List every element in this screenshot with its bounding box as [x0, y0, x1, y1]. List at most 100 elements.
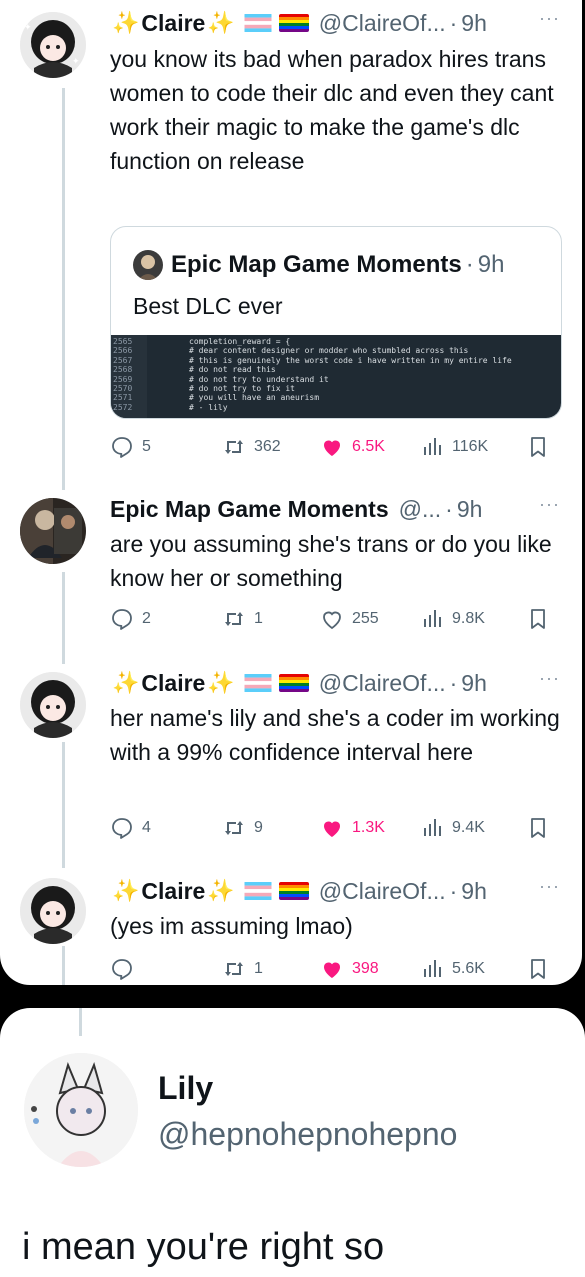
more-icon[interactable]: ··· [539, 8, 560, 29]
code-line-number: 2572 [113, 402, 133, 412]
svg-text:✦: ✦ [24, 23, 32, 33]
views-button[interactable]: 9.8K [420, 607, 485, 631]
code-line: completion_reward = { [189, 337, 291, 346]
sparkle-icon: ✨ [207, 10, 235, 35]
tweet-text: her name's lily and she's a coder im wor… [110, 705, 560, 765]
more-icon[interactable]: ··· [539, 494, 560, 515]
bookmark-button[interactable] [526, 435, 550, 459]
author-name[interactable]: Claire [141, 670, 205, 697]
like-button[interactable]: 398 [320, 957, 379, 981]
sparkle-icon: ✨ [112, 10, 140, 35]
avatar[interactable] [20, 672, 86, 738]
quote-text: Best DLC ever [133, 293, 283, 319]
views-icon [424, 610, 441, 627]
tweet[interactable]: ✦ ✦ ✨ Claire ✨ @ClaireOf... · 9h ··· you … [0, 0, 582, 470]
bookmark-button[interactable] [526, 816, 550, 840]
like-button[interactable]: 6.5K [320, 435, 385, 459]
reply-button[interactable]: 4 [110, 816, 151, 840]
code-line-number: 2571 [113, 393, 133, 403]
avatar[interactable] [20, 878, 86, 944]
sparkle-icon: ✨ [207, 670, 235, 695]
avatar[interactable] [24, 1053, 138, 1167]
views-icon [424, 438, 441, 455]
tweet[interactable]: Epic Map Game Moments @... · 9h ··· are … [0, 490, 582, 650]
quote-timestamp: 9h [477, 251, 505, 278]
avatar [133, 250, 163, 280]
trans-flag-icon [243, 674, 273, 692]
bookmark-button[interactable] [526, 607, 550, 631]
quote-author-name: Epic Map Game Moments [171, 251, 462, 278]
thread-panel: ✦ ✦ ✨ Claire ✨ @ClaireOf... · 9h ··· you … [0, 0, 582, 985]
reply-button[interactable]: 2 [110, 607, 151, 631]
retweet-icon [225, 821, 243, 835]
author-name[interactable]: Epic Map Game Moments [110, 496, 389, 523]
author-handle[interactable]: @ClaireOf... [319, 10, 446, 37]
bookmark-icon [531, 818, 545, 838]
author-handle[interactable]: @ClaireOf... [319, 878, 446, 905]
code-line-number: 2566 [113, 346, 133, 356]
tweet-header: Epic Map Game Moments @... · 9h ··· [110, 494, 560, 523]
retweet-count: 362 [254, 438, 281, 455]
reply-icon [112, 818, 132, 839]
code-line-number: 2565 [113, 337, 133, 346]
tweet-actions: 4 9 1.3K 9.4K [110, 812, 550, 842]
like-count: 1.3K [352, 819, 385, 836]
timestamp[interactable]: 9h [457, 496, 483, 523]
tweet[interactable]: ✨ Claire ✨ @ClaireOf... · 9h ··· her nam… [0, 664, 582, 854]
like-icon [323, 611, 341, 630]
views-button[interactable]: 116K [420, 435, 488, 459]
tweet-actions: 1 398 5.6K [110, 953, 550, 983]
tweet[interactable]: ✨ Claire ✨ @ClaireOf... · 9h ··· (yes im… [0, 872, 582, 985]
reply-count: 4 [142, 819, 151, 836]
bookmark-button[interactable] [526, 957, 550, 981]
timestamp[interactable]: 9h [461, 670, 487, 697]
timestamp[interactable]: 9h [461, 878, 487, 905]
sparkle-icon: ✨ [207, 878, 235, 903]
code-line: # do not read this [189, 365, 276, 375]
bookmark-icon [531, 609, 545, 629]
reply-button[interactable] [110, 957, 142, 981]
lily-tweet-panel[interactable]: Lily @hepnohepnohepno i mean you're righ… [0, 1008, 585, 1277]
tweet-header: ✨ Claire ✨ @ClaireOf... · 9h ··· [112, 8, 560, 37]
code-line-numbers: 2565 2566 2567 2568 2569 2570 2571 2572 [111, 335, 147, 418]
like-button[interactable]: 255 [320, 607, 379, 631]
quoted-tweet[interactable]: Epic Map Game Moments · 9h Best DLC ever… [110, 226, 562, 419]
more-icon[interactable]: ··· [539, 668, 560, 689]
thread-line [79, 1008, 82, 1036]
view-count: 5.6K [452, 960, 485, 977]
view-count: 116K [452, 438, 489, 455]
author-handle[interactable]: @... [399, 496, 442, 523]
retweet-button[interactable]: 9 [222, 816, 263, 840]
more-icon[interactable]: ··· [539, 876, 560, 897]
retweet-button[interactable]: 1 [222, 957, 263, 981]
pride-flag-icon [278, 14, 309, 32]
views-button[interactable]: 5.6K [420, 957, 485, 981]
code-screenshot[interactable]: 2565 2566 2567 2568 2569 2570 2571 2572 complet… [111, 335, 561, 418]
code-line-number: 2569 [113, 374, 133, 384]
retweet-button[interactable]: 362 [222, 435, 281, 459]
author-handle[interactable]: @hepnohepnohepno [158, 1116, 457, 1153]
like-icon [324, 821, 340, 837]
code-line: # dear content designer or modder who st… [189, 346, 469, 356]
author-name[interactable]: Lily [158, 1070, 213, 1107]
author-name[interactable]: Claire [141, 10, 205, 37]
like-button[interactable]: 1.3K [320, 816, 385, 840]
like-icon [324, 962, 340, 978]
retweet-button[interactable]: 1 [222, 607, 263, 631]
reply-button[interactable]: 5 [110, 435, 151, 459]
tweet-text: i mean you're right so [22, 1226, 385, 1268]
retweet-icon [225, 612, 243, 626]
trans-flag-icon [243, 14, 273, 32]
author-handle[interactable]: @ClaireOf... [319, 670, 446, 697]
author-name[interactable]: Claire [141, 878, 205, 905]
tweet-header: ✨ Claire ✨ @ClaireOf... · 9h ··· [112, 876, 560, 905]
avatar[interactable]: ✦ ✦ [20, 12, 86, 78]
avatar[interactable] [20, 498, 86, 564]
views-button[interactable]: 9.4K [420, 816, 485, 840]
sparkle-icon: ✨ [112, 878, 140, 903]
tweet-header: ✨ Claire ✨ @ClaireOf... · 9h ··· [112, 668, 560, 697]
code-line: # - lily [189, 402, 228, 412]
retweet-count: 9 [254, 819, 263, 836]
code-line: # you will have an aneurism [189, 393, 320, 403]
timestamp[interactable]: 9h [461, 10, 487, 37]
